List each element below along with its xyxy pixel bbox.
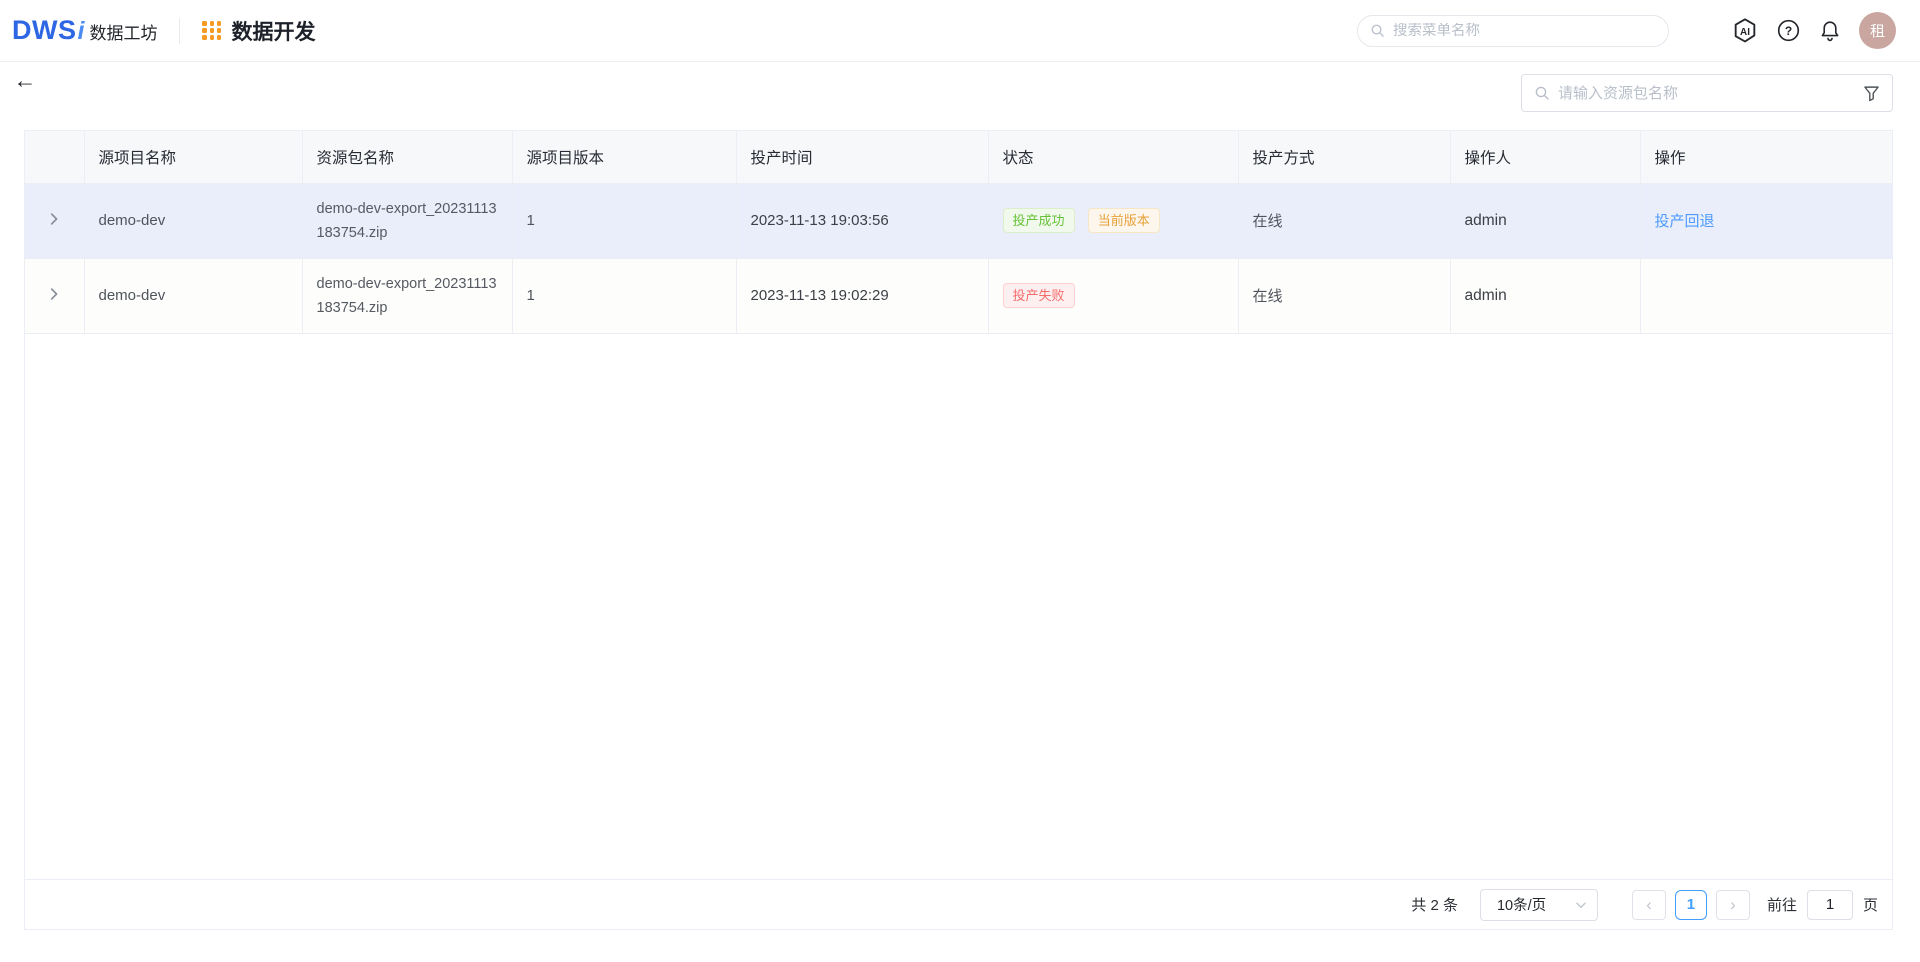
column-package-name: 资源包名称 bbox=[302, 131, 513, 184]
goto-page-input[interactable] bbox=[1806, 889, 1853, 920]
cell-source-project: demo-dev bbox=[84, 183, 303, 259]
prev-page-button[interactable]: ‹ bbox=[1631, 889, 1666, 920]
cell-actions: 投产回退 bbox=[1640, 183, 1892, 259]
column-version: 源项目版本 bbox=[512, 131, 737, 184]
cell-actions bbox=[1640, 258, 1892, 334]
ai-assistant-icon[interactable]: AI bbox=[1731, 17, 1759, 45]
column-status: 状态 bbox=[988, 131, 1239, 184]
logo-i-text: i bbox=[77, 17, 85, 45]
column-operator: 操作人 bbox=[1450, 131, 1641, 184]
deployment-table: 源项目名称 资源包名称 源项目版本 投产时间 状态 投产方式 操作人 操作 de… bbox=[25, 131, 1892, 334]
navbar-actions: AI ? 租 bbox=[1731, 12, 1896, 49]
deployment-table-panel: 源项目名称 资源包名称 源项目版本 投产时间 状态 投产方式 操作人 操作 de… bbox=[24, 130, 1893, 930]
table-row[interactable]: demo-dev demo-dev-export_20231113183754.… bbox=[25, 183, 1892, 259]
page-title: 数据开发 bbox=[231, 20, 316, 44]
cell-status: 投产成功 当前版本 bbox=[988, 183, 1239, 259]
column-expand bbox=[25, 131, 85, 184]
current-page-label: 1 bbox=[1686, 896, 1696, 913]
chevron-right-icon bbox=[47, 287, 61, 301]
chevron-down-icon bbox=[1575, 899, 1587, 911]
back-button[interactable]: ← bbox=[8, 64, 42, 96]
menu-search-box[interactable] bbox=[1357, 14, 1669, 47]
table-header-row: 源项目名称 资源包名称 源项目版本 投产时间 状态 投产方式 操作人 操作 bbox=[25, 131, 1892, 184]
cell-package-name: demo-dev-export_20231113183754.zip bbox=[302, 183, 513, 259]
back-arrow-icon: ← bbox=[13, 66, 37, 93]
filter-funnel-icon[interactable] bbox=[1863, 85, 1880, 102]
cell-status: 投产失败 bbox=[988, 258, 1239, 334]
menu-search-input[interactable] bbox=[1393, 22, 1656, 39]
user-avatar[interactable]: 租 bbox=[1859, 12, 1896, 49]
notification-bell-icon[interactable] bbox=[1818, 19, 1842, 43]
row-expand-toggle[interactable] bbox=[25, 183, 85, 259]
cell-source-project: demo-dev bbox=[84, 258, 303, 334]
goto-label: 前往 bbox=[1766, 897, 1797, 914]
table-empty-area bbox=[25, 333, 1892, 879]
table-row[interactable]: demo-dev demo-dev-export_20231113183754.… bbox=[25, 258, 1892, 334]
logo-dws-text: DWS bbox=[12, 15, 77, 45]
top-navbar: DWSi 数据工坊 数据开发 AI ? bbox=[0, 0, 1920, 62]
column-deploy-method: 投产方式 bbox=[1238, 131, 1451, 184]
cell-operator: admin bbox=[1450, 183, 1641, 259]
avatar-label: 租 bbox=[1869, 23, 1885, 40]
cell-deploy-method: 在线 bbox=[1238, 183, 1451, 259]
column-source-project: 源项目名称 bbox=[84, 131, 303, 184]
column-actions: 操作 bbox=[1640, 131, 1892, 184]
cell-deploy-time: 2023-11-13 19:02:29 bbox=[736, 258, 989, 334]
logo-brand-text: 数据工坊 bbox=[89, 24, 158, 43]
chevron-right-icon bbox=[47, 212, 61, 226]
search-icon bbox=[1534, 85, 1550, 101]
svg-text:AI: AI bbox=[1740, 26, 1750, 37]
cell-deploy-method: 在线 bbox=[1238, 258, 1451, 334]
cell-package-name: demo-dev-export_20231113183754.zip bbox=[302, 258, 513, 334]
page-number-1[interactable]: 1 bbox=[1674, 889, 1707, 920]
current-version-badge: 当前版本 bbox=[1087, 208, 1160, 233]
cell-version: 1 bbox=[512, 183, 737, 259]
page-size-value: 10条/页 bbox=[1496, 898, 1547, 914]
cell-operator: admin bbox=[1450, 258, 1641, 334]
chevron-left-icon: ‹ bbox=[1646, 894, 1652, 914]
cell-deploy-time: 2023-11-13 19:03:56 bbox=[736, 183, 989, 259]
column-deploy-time: 投产时间 bbox=[736, 131, 989, 184]
cell-version: 1 bbox=[512, 258, 737, 334]
svg-text:?: ? bbox=[1785, 24, 1792, 38]
pagination-bar: 共 2 条 10条/页 ‹ 1 › 前往 页 bbox=[25, 879, 1892, 929]
next-page-button[interactable]: › bbox=[1715, 889, 1750, 920]
pagination-total: 共 2 条 bbox=[1411, 897, 1458, 914]
row-expand-toggle[interactable] bbox=[25, 258, 85, 334]
status-badge: 投产成功 bbox=[1002, 208, 1075, 233]
page-size-select[interactable]: 10条/页 bbox=[1479, 888, 1598, 921]
package-filter-input[interactable] bbox=[1558, 84, 1855, 102]
brand-logo[interactable]: DWS i 数据工坊 bbox=[12, 15, 157, 46]
help-icon[interactable]: ? bbox=[1776, 18, 1801, 43]
package-filter-box[interactable] bbox=[1521, 74, 1893, 112]
search-icon bbox=[1370, 23, 1385, 38]
status-badge: 投产失败 bbox=[1002, 283, 1075, 308]
chevron-right-icon: › bbox=[1730, 894, 1736, 914]
page-unit-label: 页 bbox=[1862, 897, 1878, 914]
rollback-link[interactable]: 投产回退 bbox=[1655, 213, 1715, 230]
navbar-divider bbox=[179, 17, 181, 44]
app-grid-icon[interactable] bbox=[202, 21, 222, 40]
